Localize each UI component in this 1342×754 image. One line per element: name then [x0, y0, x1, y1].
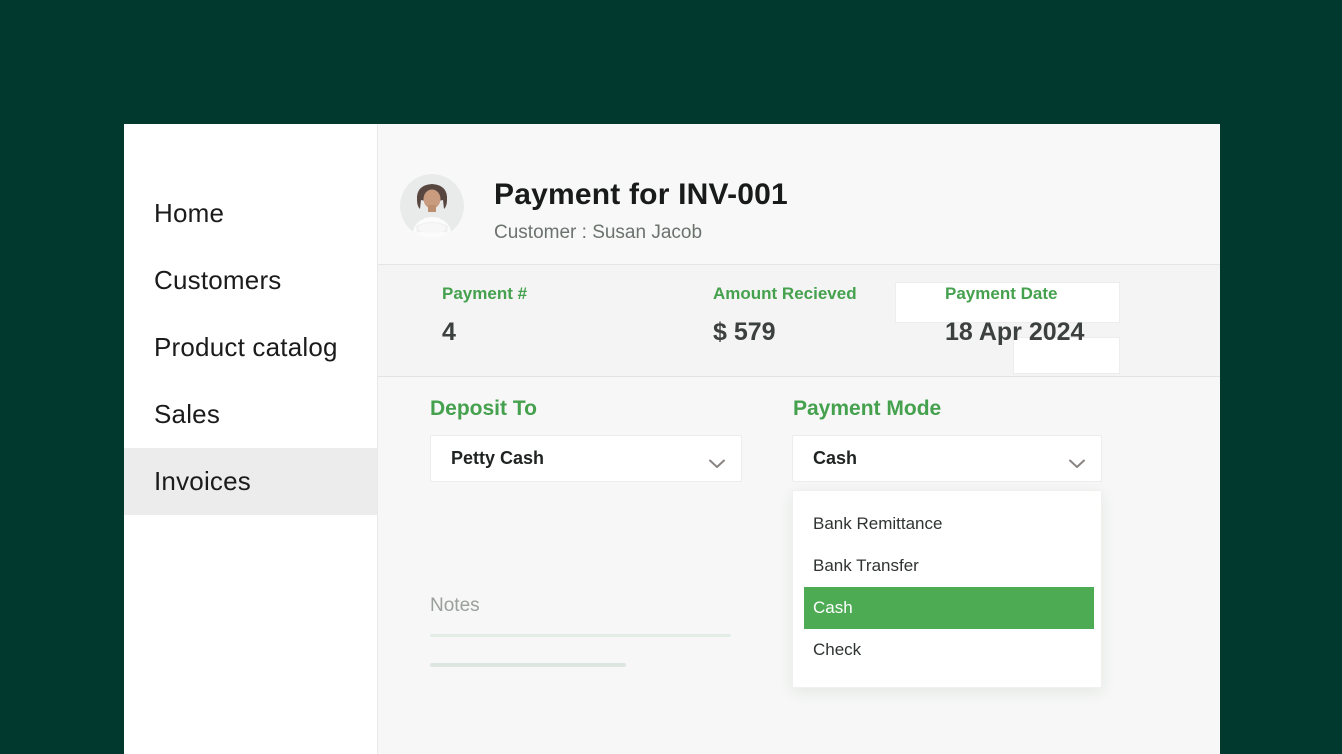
amount-received-label: Amount Recieved [713, 284, 857, 304]
customer-subtitle: Customer : Susan Jacob [494, 222, 702, 244]
customer-photo [400, 174, 464, 238]
option-bank-remittance[interactable]: Bank Remittance [793, 503, 1101, 545]
payment-mode-dropdown-list: Bank Remittance Bank Transfer Cash Check [792, 490, 1102, 688]
payment-number-label: Payment # [442, 284, 527, 304]
payment-header: Payment for INV-001 Customer : Susan Jac… [378, 124, 1220, 265]
payment-number-value: 4 [442, 318, 456, 347]
deposit-to-select[interactable]: Petty Cash [430, 435, 742, 482]
sidebar-nav: Home Customers Product catalog Sales Inv… [124, 124, 377, 515]
main-content: Payment for INV-001 Customer : Susan Jac… [378, 124, 1220, 754]
payment-mode-select[interactable]: Cash [792, 435, 1102, 482]
option-cash-selected[interactable]: Cash [804, 587, 1094, 629]
sidebar: Home Customers Product catalog Sales Inv… [124, 124, 378, 754]
deposit-to-value: Petty Cash [451, 448, 544, 469]
notes-placeholder-line-1 [430, 634, 731, 637]
app-card: Home Customers Product catalog Sales Inv… [124, 124, 1220, 754]
customer-avatar [400, 174, 464, 238]
page-title: Payment for INV-001 [494, 178, 788, 212]
amount-received-value: $ 579 [713, 318, 776, 347]
option-check[interactable]: Check [793, 629, 1101, 671]
payment-date-value: 18 Apr 2024 [945, 318, 1084, 347]
payment-summary-band: Payment # 4 Amount Recieved $ 579 Paymen… [378, 265, 1220, 377]
notes-placeholder-line-2 [430, 663, 626, 667]
option-bank-transfer[interactable]: Bank Transfer [793, 545, 1101, 587]
deposit-to-label: Deposit To [430, 397, 537, 421]
chevron-down-icon [709, 453, 725, 474]
sidebar-item-invoices[interactable]: Invoices [124, 448, 377, 515]
sidebar-item-sales[interactable]: Sales [124, 381, 377, 448]
payment-mode-label: Payment Mode [793, 397, 941, 421]
notes-label: Notes [430, 595, 480, 617]
sidebar-item-product-catalog[interactable]: Product catalog [124, 314, 377, 381]
chevron-down-icon [1069, 453, 1085, 474]
payment-mode-value: Cash [813, 448, 857, 469]
sidebar-item-customers[interactable]: Customers [124, 247, 377, 314]
sidebar-item-home[interactable]: Home [124, 180, 377, 247]
payment-date-label: Payment Date [945, 284, 1057, 304]
